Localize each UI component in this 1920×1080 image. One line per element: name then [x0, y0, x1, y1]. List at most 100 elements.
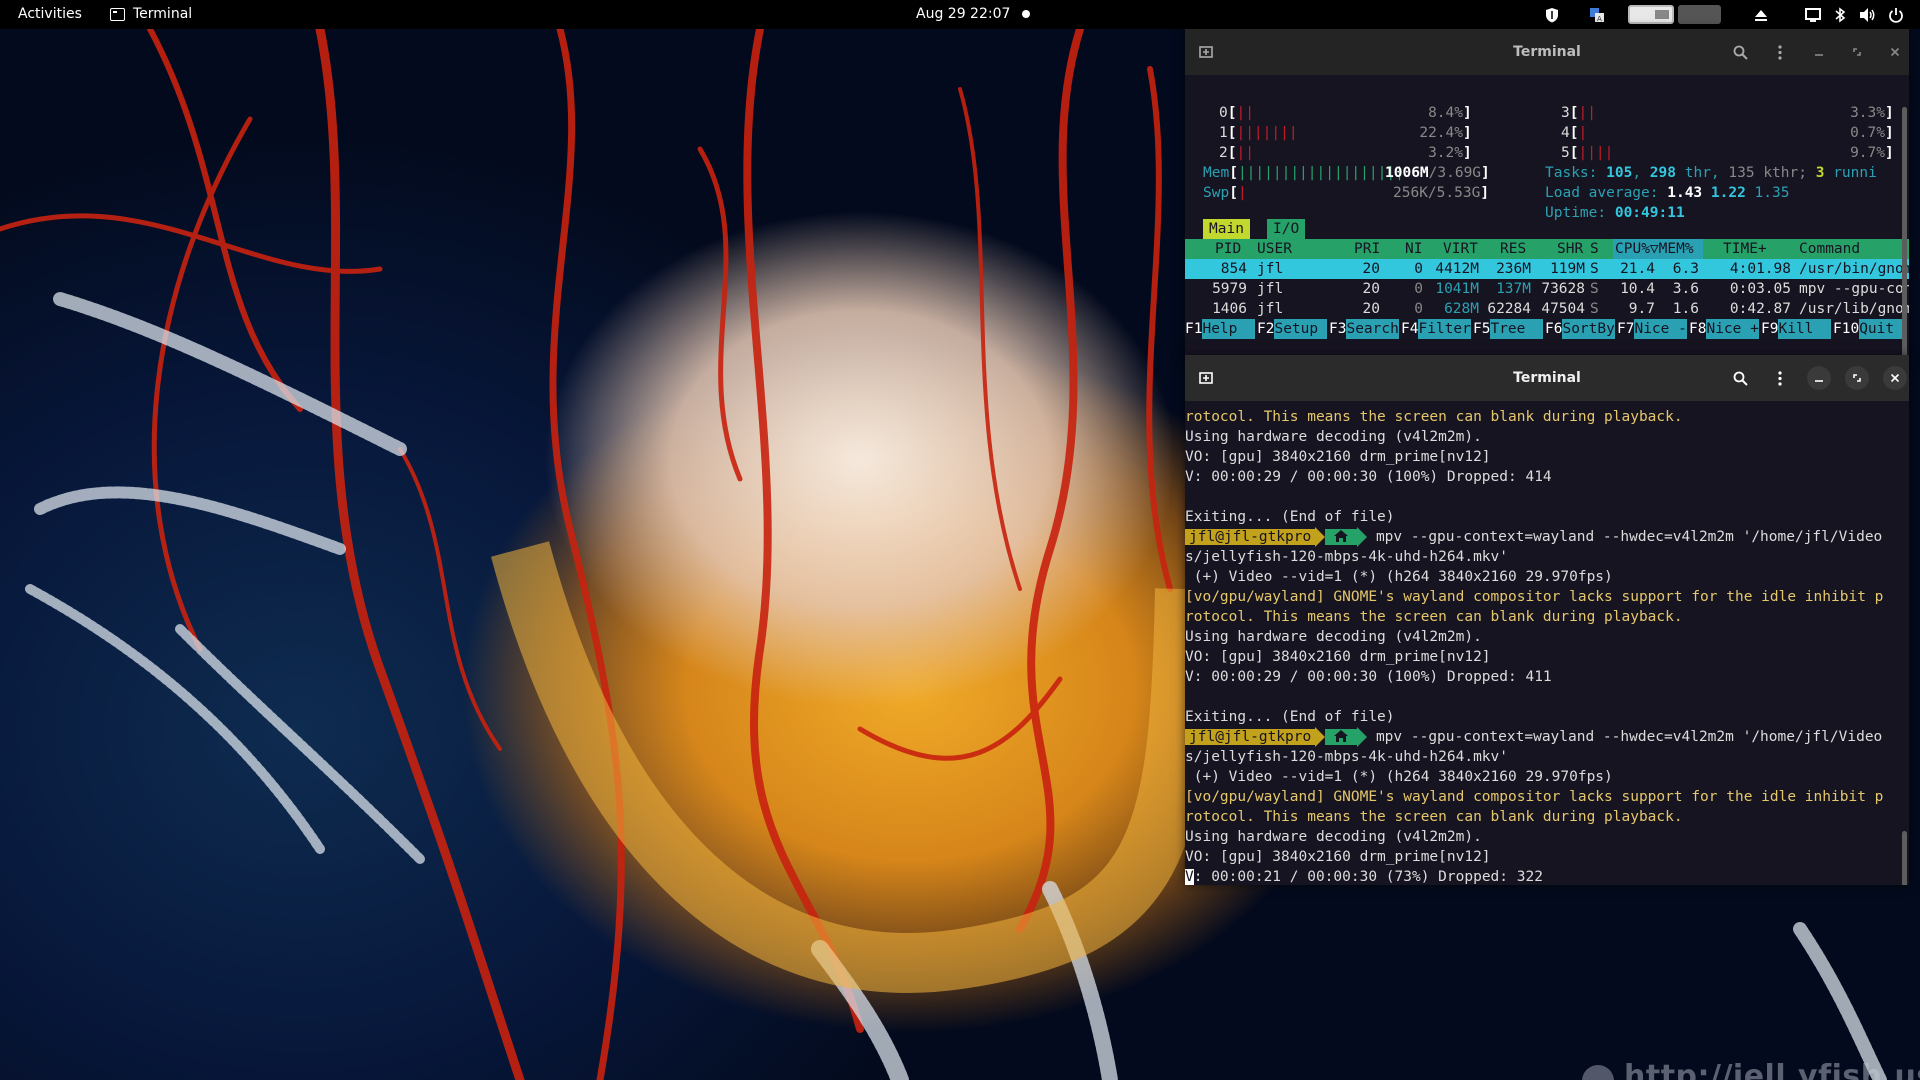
uptime: Uptime: 00:49:11 [1545, 205, 1685, 221]
cell-virt: 628M [1444, 301, 1479, 317]
bracket: ] [1885, 105, 1894, 121]
search-button[interactable] [1728, 366, 1752, 390]
shield-icon[interactable] [1542, 0, 1562, 29]
translate-icon[interactable]: A [1586, 0, 1608, 29]
close-button[interactable] [1883, 366, 1907, 390]
swap-value: 256K/5.53G] [1393, 185, 1490, 201]
workspace-1-indicator[interactable] [1628, 5, 1674, 24]
prompt-separator [1315, 527, 1326, 547]
svg-text:A: A [1597, 15, 1602, 23]
menu-button[interactable] [1768, 40, 1792, 64]
fkey-setup[interactable]: F2Setup [1257, 319, 1327, 339]
cpu-value-4: 0.7% [1850, 125, 1885, 141]
volume-icon[interactable] [1856, 0, 1880, 29]
search-button[interactable] [1728, 40, 1752, 64]
col-pid[interactable]: PID [1215, 239, 1241, 259]
load-average: Load average: 1.43 1.22 1.35 [1545, 185, 1790, 201]
cell-command: mpv --gpu-con [1799, 281, 1909, 297]
col-virt[interactable]: VIRT [1443, 239, 1478, 259]
bluetooth-icon[interactable] [1830, 0, 1850, 29]
col-time[interactable]: TIME+ [1723, 239, 1767, 259]
minimize-button[interactable] [1807, 40, 1831, 64]
cpu-meter-0: 0[|| [1219, 105, 1254, 121]
eject-icon[interactable] [1750, 0, 1772, 29]
cpu-meter-3: 3[|| [1561, 105, 1596, 121]
terminal-output[interactable]: rotocol. This means the screen can blank… [1185, 401, 1909, 885]
activities-button[interactable]: Activities [18, 0, 82, 29]
col-state[interactable]: S [1590, 239, 1599, 259]
col-cpu-mem[interactable]: CPU%▽MEM% [1615, 239, 1694, 259]
prompt-separator [1357, 527, 1368, 547]
col-ni[interactable]: NI [1405, 239, 1422, 259]
col-pri[interactable]: PRI [1354, 239, 1380, 259]
fkey-nice-plus[interactable]: F8Nice + [1689, 319, 1759, 339]
bracket: ] [1463, 145, 1472, 161]
clock[interactable]: Aug 29 22:07 [916, 0, 1010, 29]
terminal-headerbar[interactable]: Terminal [1185, 355, 1909, 401]
col-command[interactable]: Command [1799, 239, 1860, 259]
maximize-button[interactable] [1845, 40, 1869, 64]
fkey-quit[interactable]: F10Quit [1833, 319, 1903, 339]
scrollbar[interactable] [1902, 831, 1907, 885]
cell-res: 236M [1496, 261, 1531, 277]
cell-state: S [1590, 261, 1599, 277]
scrollbar[interactable] [1902, 107, 1907, 357]
window-title: Terminal [1513, 44, 1581, 60]
prompt-separator [1315, 727, 1326, 747]
fkey-search[interactable]: F3Search [1329, 319, 1399, 339]
cell-res: 62284 [1487, 301, 1531, 317]
power-icon[interactable] [1884, 0, 1908, 29]
htop-screen[interactable]: 0[|| 8.4% ] 1[||||||| 22.4% ] 2[|| 3.2% … [1185, 75, 1909, 363]
cell-virt: 4412M [1435, 261, 1479, 277]
cell-state: S [1590, 301, 1599, 317]
col-res[interactable]: RES [1500, 239, 1526, 259]
minimize-button[interactable] [1807, 366, 1831, 390]
cell-command: /usr/bin/gnom [1799, 261, 1909, 277]
prompt-user: jfl@jfl-gtkpro [1185, 529, 1316, 545]
cell-virt: 1041M [1435, 281, 1479, 297]
cell-pid: 5979 [1212, 281, 1247, 297]
terminal-window-htop[interactable]: Terminal 0[|| 8.4% ] 1[||||||| 22.4% ] 2… [1185, 29, 1909, 363]
cell-cpu: 9.7 [1628, 301, 1655, 317]
terminal-window-mpv[interactable]: Terminal rotocol. This means the screen … [1185, 355, 1909, 885]
fkey-filter[interactable]: F4Filter [1401, 319, 1471, 339]
workspace-2-indicator[interactable] [1678, 5, 1721, 24]
home-icon [1325, 529, 1358, 545]
fkey-nice-minus[interactable]: F7Nice - [1617, 319, 1687, 339]
cell-mem: 1.6 [1672, 301, 1699, 317]
app-menu[interactable]: Terminal [110, 0, 192, 29]
cpu-meter-4: 4[| [1561, 125, 1588, 141]
output-line: V: 00:00:29 / 00:00:30 (100%) Dropped: 4… [1185, 469, 1552, 485]
terminal-icon [110, 8, 125, 21]
cpu-value-3: 3.3% [1850, 105, 1885, 121]
cell-mem: 6.3 [1672, 261, 1699, 277]
window-title: Terminal [1513, 370, 1581, 386]
fkey-tree[interactable]: F5Tree [1473, 319, 1543, 339]
fkey-help[interactable]: F1Help [1185, 319, 1255, 339]
output-line: Using hardware decoding (v4l2m2m). [1185, 829, 1482, 845]
fkey-sortby[interactable]: F6SortBy [1545, 319, 1615, 339]
cell-user: jfl [1257, 281, 1284, 297]
col-user[interactable]: USER [1257, 239, 1292, 259]
mem-value: 1006M/3.69G] [1385, 165, 1490, 181]
menu-button[interactable] [1768, 366, 1792, 390]
output-line: s/jellyfish-120-mbps-4k-uhd-h264.mkv' [1185, 749, 1509, 765]
bracket: ] [1885, 125, 1894, 141]
display-icon[interactable] [1802, 0, 1824, 29]
swap-meter: Swp[| [1203, 185, 1247, 201]
output-line: VO: [gpu] 3840x2160 drm_prime[nv12] [1185, 449, 1491, 465]
cell-cpu: 10.4 [1620, 281, 1655, 297]
cell-ni: 0 [1414, 261, 1423, 277]
close-button[interactable] [1883, 40, 1907, 64]
col-shr[interactable]: SHR [1557, 239, 1583, 259]
output-line: VO: [gpu] 3840x2160 drm_prime[nv12] [1185, 649, 1491, 665]
cell-shr: 119M [1550, 261, 1585, 277]
cpu-value-0: 8.4% [1428, 105, 1463, 121]
terminal-headerbar[interactable]: Terminal [1185, 29, 1909, 75]
maximize-button[interactable] [1845, 366, 1869, 390]
close-icon [1890, 47, 1900, 57]
fkey-kill[interactable]: F9Kill [1761, 319, 1831, 339]
tab-io[interactable]: I/O [1267, 219, 1306, 239]
tab-main[interactable]: Main [1203, 219, 1250, 239]
watermark-text: http://jell.yfish.us [1624, 1059, 1920, 1080]
